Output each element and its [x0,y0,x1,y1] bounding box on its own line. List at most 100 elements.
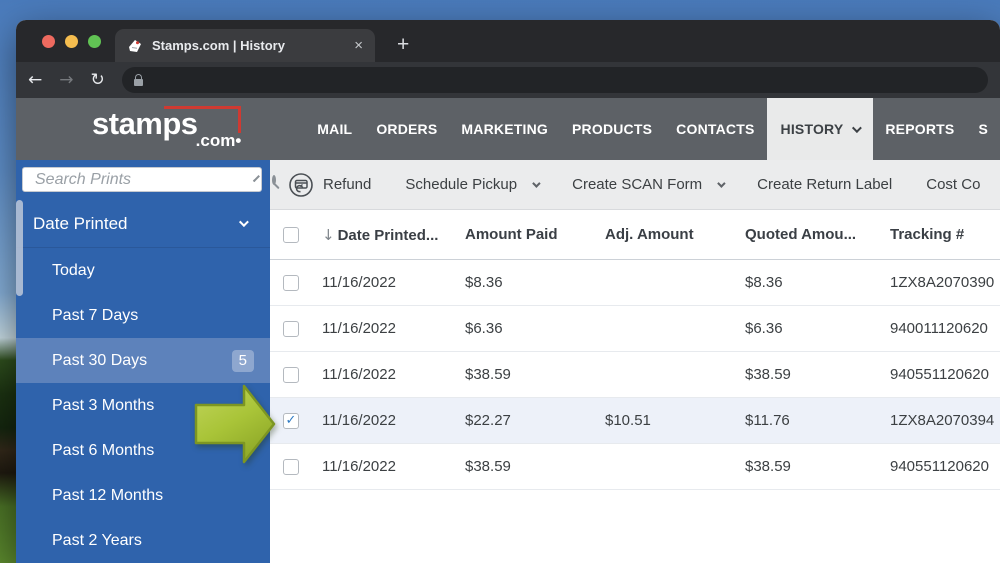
cell-date: 11/16/2022 [312,274,455,291]
section-header-label: Date Printed [33,214,128,234]
nav-item-mail[interactable]: MAIL [305,98,364,160]
stamps-logo[interactable]: stamps .com• [92,108,243,151]
stamps-favicon-icon [127,38,143,54]
column-header-adj-amount[interactable]: Adj. Amount [595,226,735,243]
cell-amount-paid: $38.59 [455,458,595,475]
schedule-pickup-button[interactable]: Schedule Pickup [405,176,538,193]
nav-item-reports[interactable]: REPORTS [873,98,966,160]
site-header: stamps .com• MAIL ORDERS MARKETING PRODU… [16,98,1000,160]
date-printed-section-header[interactable]: Date Printed [16,200,270,248]
column-header-amount-paid[interactable]: Amount Paid [455,226,595,243]
chevron-down-icon [852,123,862,133]
window-close-button[interactable] [42,35,55,48]
row-checkbox-checked[interactable]: ✓ [283,413,299,429]
cell-quoted: $6.36 [735,320,880,337]
address-bar[interactable] [122,67,988,93]
window-minimize-button[interactable] [65,35,78,48]
browser-tab[interactable]: Stamps.com | History × [115,29,375,62]
column-header-quoted-amount[interactable]: Quoted Amou... [735,226,880,243]
create-return-label-label: Create Return Label [757,176,892,193]
nav-item-history-label: HISTORY [781,121,844,137]
cell-date: 11/16/2022 [312,412,455,429]
cost-codes-label: Cost Co [926,176,980,193]
main-navigation: MAIL ORDERS MARKETING PRODUCTS CONTACTS … [305,98,1000,160]
table-row-selected[interactable]: ✓ 11/16/2022 $22.27 $10.51 $11.76 1ZX8A2… [270,398,1000,444]
chevron-down-icon [239,217,249,227]
row-checkbox[interactable] [283,459,299,475]
nav-item-s-clipped[interactable]: S [966,98,1000,160]
browser-tab-bar: Stamps.com | History × + [16,20,1000,62]
search-box [22,167,262,192]
column-header-tracking[interactable]: Tracking # [880,226,1000,243]
nav-item-orders[interactable]: ORDERS [364,98,449,160]
new-tab-icon[interactable]: + [397,33,409,57]
count-badge: 5 [232,350,254,372]
cell-tracking: 940551120620 [880,366,1000,383]
search-icon[interactable] [272,175,276,185]
forward-icon[interactable]: → [59,72,73,89]
nav-item-history[interactable]: HISTORY [767,98,874,160]
table-header-row: ↓Date Printed... Amount Paid Adj. Amount… [270,210,1000,260]
refund-button[interactable]: Refund [288,172,371,198]
create-scan-form-button[interactable]: Create SCAN Form [572,176,723,193]
cell-amount-paid: $8.36 [455,274,595,291]
refund-icon [288,172,314,198]
tab-title: Stamps.com | History [152,38,345,53]
sidebar-item-label: Past 7 Days [52,307,138,325]
sidebar-item-past-2-years[interactable]: Past 2 Years [16,518,270,563]
page-content: Date Printed Today Past 7 Days Past 30 D… [16,160,1000,563]
nav-item-marketing[interactable]: MARKETING [449,98,560,160]
table-row[interactable]: 11/16/2022 $38.59 $38.59 940551120620 [270,444,1000,490]
table-row[interactable]: 11/16/2022 $6.36 $6.36 940011120620 [270,306,1000,352]
sidebar-item-label: Past 12 Months [52,487,163,505]
row-checkbox[interactable] [283,367,299,383]
cell-quoted: $8.36 [735,274,880,291]
reload-icon[interactable]: ↻ [91,72,105,89]
sidebar-item-past-12-months[interactable]: Past 12 Months [16,473,270,518]
cell-tracking: 940011120620 [880,320,1000,337]
window-zoom-button[interactable] [88,35,101,48]
sidebar-item-label: Past 2 Years [52,532,142,550]
sidebar-item-past-7-days[interactable]: Past 7 Days [16,293,270,338]
create-return-label-button[interactable]: Create Return Label [757,176,892,193]
chevron-down-icon [717,179,725,187]
select-all-checkbox[interactable] [283,227,299,243]
schedule-pickup-label: Schedule Pickup [405,176,517,193]
cell-tracking: 1ZX8A2070394 [880,412,1000,429]
cell-tracking: 1ZX8A2070390 [880,274,1000,291]
sidebar: Date Printed Today Past 7 Days Past 30 D… [16,160,270,563]
cell-amount-paid: $6.36 [455,320,595,337]
back-icon[interactable]: ← [28,72,42,89]
column-header-date-printed[interactable]: ↓Date Printed... [312,226,455,244]
cell-tracking: 940551120620 [880,458,1000,475]
cell-date: 11/16/2022 [312,320,455,337]
browser-window: Stamps.com | History × + ← → ↻ stamps .c… [16,20,1000,563]
cell-date: 11/16/2022 [312,458,455,475]
nav-item-contacts[interactable]: CONTACTS [664,98,766,160]
cell-quoted: $11.76 [735,412,880,429]
sidebar-item-past-6-months[interactable]: Past 6 Months [16,428,270,473]
sidebar-scrollbar-thumb[interactable] [16,200,23,296]
sidebar-item-past-30-days[interactable]: Past 30 Days 5 [16,338,270,383]
cost-codes-button-clipped[interactable]: Cost Co [926,176,980,193]
table-row[interactable]: 11/16/2022 $38.59 $38.59 940551120620 [270,352,1000,398]
refund-label: Refund [323,176,371,193]
sidebar-item-past-3-months[interactable]: Past 3 Months [16,383,270,428]
nav-item-products[interactable]: PRODUCTS [560,98,664,160]
actions-toolbar: Refund Schedule Pickup Create SCAN Form … [270,160,1000,210]
row-checkbox[interactable] [283,275,299,291]
cell-adj-amount: $10.51 [595,412,735,429]
search-input[interactable] [23,171,254,189]
lock-icon [134,79,143,86]
column-label: Date Printed... [338,227,439,244]
row-checkbox[interactable] [283,321,299,337]
tab-close-icon[interactable]: × [354,37,363,54]
cell-amount-paid: $22.27 [455,412,595,429]
sidebar-item-label: Past 6 Months [52,442,154,460]
cell-quoted: $38.59 [735,458,880,475]
sidebar-item-today[interactable]: Today [16,248,270,293]
cell-quoted: $38.59 [735,366,880,383]
table-row[interactable]: 11/16/2022 $8.36 $8.36 1ZX8A2070390 [270,260,1000,306]
chevron-down-icon [532,179,540,187]
history-main-panel: Refund Schedule Pickup Create SCAN Form … [270,160,1000,563]
